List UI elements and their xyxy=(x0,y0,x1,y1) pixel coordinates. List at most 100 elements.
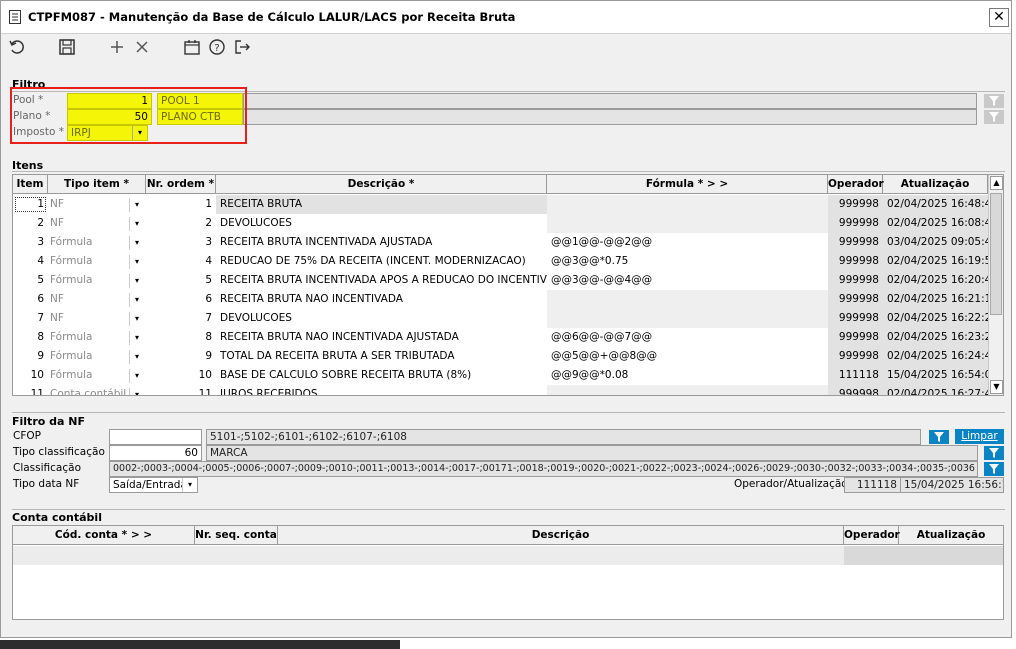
cell-tipo-item[interactable]: Fórmula xyxy=(50,328,128,347)
exit-icon[interactable] xyxy=(232,37,254,59)
cell-nr-ordem[interactable]: 7 xyxy=(146,309,216,328)
col-operador[interactable]: Operador xyxy=(828,175,884,193)
chevron-down-icon[interactable]: ▾ xyxy=(129,350,144,364)
cell-tipo-item[interactable]: NF xyxy=(50,195,128,214)
col-cod-conta[interactable]: Cód. conta * > > xyxy=(13,526,195,544)
cell-descricao[interactable]: DEVOLUCOES xyxy=(216,214,547,233)
cell-atualizacao[interactable]: 02/04/2025 16:21:12 xyxy=(883,290,988,309)
help-icon[interactable]: ? xyxy=(207,37,229,59)
cell-descricao[interactable]: BASE DE CALCULO SOBRE RECEITA BRUTA (8%) xyxy=(216,366,547,385)
cell-item[interactable]: 4 xyxy=(13,252,48,271)
calendar-icon[interactable] xyxy=(182,37,204,59)
table-row[interactable]: 11 Conta contábil 11 JUROS RECEBIDOS 999998 0… xyxy=(13,385,988,395)
col-item[interactable]: Item xyxy=(13,175,48,193)
cell-operador[interactable]: 999998 xyxy=(828,328,883,347)
cell-atualizacao[interactable]: 03/04/2025 09:05:40 xyxy=(883,233,988,252)
cell-item[interactable]: 6 xyxy=(13,290,48,309)
cell-atualizacao[interactable]: 02/04/2025 16:20:48 xyxy=(883,271,988,290)
cell-tipo-item[interactable]: Conta contábil xyxy=(50,385,128,395)
cell-descricao[interactable]: RECEITA BRUTA INCENTIVADA AJUSTADA xyxy=(216,233,547,252)
tipo-class-input[interactable]: 60 xyxy=(109,445,202,461)
chevron-down-icon[interactable]: ▾ xyxy=(129,274,144,288)
col-conta-atualizacao[interactable]: Atualização xyxy=(899,526,1003,544)
cell-formula[interactable]: @@3@@-@@4@@ xyxy=(547,271,828,290)
cell-formula[interactable]: @@1@@-@@2@@ xyxy=(547,233,828,252)
add-icon[interactable] xyxy=(107,37,129,59)
cell-descricao[interactable]: RECEITA BRUTA xyxy=(216,195,547,214)
cell-operador[interactable]: 999998 xyxy=(828,385,883,395)
cell-nr-ordem[interactable]: 5 xyxy=(146,271,216,290)
table-row[interactable]: 3 Fórmula 3 RECEITA BRUTA INCENTIVADA AJUST… xyxy=(13,233,988,252)
limpar-button[interactable]: Limpar xyxy=(955,429,1004,444)
cell-operador[interactable]: 999998 xyxy=(828,233,883,252)
tipo-data-dropdown-icon[interactable]: ▾ xyxy=(182,478,197,492)
cell-formula[interactable]: @@5@@+@@8@@ xyxy=(547,347,828,366)
plano-filter-button[interactable] xyxy=(984,110,1004,124)
cell-nr-ordem[interactable]: 3 xyxy=(146,233,216,252)
cell-descricao[interactable]: REDUCAO DE 75% DA RECEITA (INCENT. MODER… xyxy=(216,252,547,271)
cell-formula[interactable]: @@3@@*0.75 xyxy=(547,252,828,271)
table-row[interactable]: 6 NF 6 RECEITA BRUTA NAO INCENTIVADA 999998 0… xyxy=(13,290,988,309)
cfop-filter-button[interactable] xyxy=(929,430,949,444)
cell-nr-ordem[interactable]: 11 xyxy=(146,385,216,395)
cell-descricao[interactable]: DEVOLUCOES xyxy=(216,309,547,328)
cell-formula[interactable] xyxy=(547,309,828,328)
col-conta-operador[interactable]: Operador xyxy=(844,526,900,544)
cell-formula[interactable]: @@6@@-@@7@@ xyxy=(547,328,828,347)
cell-nr-ordem[interactable]: 1 xyxy=(146,195,216,214)
table-row[interactable]: 10 Fórmula 10 BASE DE CALCULO SOBRE RECEITA… xyxy=(13,366,988,385)
cell-nr-ordem[interactable]: 4 xyxy=(146,252,216,271)
cell-item[interactable]: 3 xyxy=(13,233,48,252)
cell-tipo-item[interactable]: Fórmula xyxy=(50,233,128,252)
cell-descricao[interactable]: TOTAL DA RECEITA BRUTA A SER TRIBUTADA xyxy=(216,347,547,366)
scroll-down-icon[interactable]: ▼ xyxy=(990,380,1003,394)
chevron-down-icon[interactable]: ▾ xyxy=(129,293,144,307)
cell-atualizacao[interactable]: 02/04/2025 16:27:48 xyxy=(883,385,988,395)
cell-formula[interactable] xyxy=(547,214,828,233)
tipo-class-filter-button[interactable] xyxy=(984,446,1004,460)
cell-operador[interactable]: 999998 xyxy=(828,252,883,271)
cell-tipo-item[interactable]: Fórmula xyxy=(50,347,128,366)
cell-nr-ordem[interactable]: 10 xyxy=(146,366,216,385)
cell-item[interactable]: 9 xyxy=(13,347,48,366)
cell-tipo-item[interactable]: Fórmula xyxy=(50,366,128,385)
chevron-down-icon[interactable]: ▾ xyxy=(129,369,144,383)
table-row[interactable]: 9 Fórmula 9 TOTAL DA RECEITA BRUTA A SER TR… xyxy=(13,347,988,366)
itens-scrollbar[interactable]: ▲ ▼ xyxy=(988,175,1003,395)
table-row[interactable]: 2 NF 2 DEVOLUCOES 999998 02/04/2025 16:08:47 ▾ xyxy=(13,214,988,233)
cell-descricao[interactable]: RECEITA BRUTA NAO INCENTIVADA xyxy=(216,290,547,309)
cell-atualizacao[interactable]: 02/04/2025 16:19:50 xyxy=(883,252,988,271)
cell-tipo-item[interactable]: NF xyxy=(50,309,128,328)
cell-operador[interactable]: 999998 xyxy=(828,347,883,366)
cell-item[interactable]: 10 xyxy=(13,366,48,385)
save-icon[interactable] xyxy=(57,37,79,59)
table-row[interactable]: 8 Fórmula 8 RECEITA BRUTA NAO INCENTIVADA A… xyxy=(13,328,988,347)
close-button[interactable]: ✕ xyxy=(989,8,1009,27)
cell-operador[interactable]: 111118 xyxy=(828,366,883,385)
cell-formula[interactable] xyxy=(547,290,828,309)
col-nr-seq-conta[interactable]: Nr. seq. conta xyxy=(195,526,278,544)
cell-formula[interactable] xyxy=(547,385,828,395)
cell-formula[interactable]: @@9@@*0.08 xyxy=(547,366,828,385)
cell-tipo-item[interactable]: Fórmula xyxy=(50,252,128,271)
table-row[interactable]: 1 NF 1 RECEITA BRUTA 999998 02/04/2025 16:48:… xyxy=(13,195,988,214)
cell-item[interactable]: 2 xyxy=(13,214,48,233)
table-row[interactable]: 7 NF 7 DEVOLUCOES 999998 02/04/2025 16:22:21 ▾ xyxy=(13,309,988,328)
col-atualizacao[interactable]: Atualização xyxy=(883,175,988,193)
cell-atualizacao[interactable]: 02/04/2025 16:08:47 xyxy=(883,214,988,233)
cell-tipo-item[interactable]: NF xyxy=(50,214,128,233)
cell-atualizacao[interactable]: 02/04/2025 16:24:48 xyxy=(883,347,988,366)
chevron-down-icon[interactable]: ▾ xyxy=(129,217,144,231)
cell-operador[interactable]: 999998 xyxy=(828,214,883,233)
scroll-up-icon[interactable]: ▲ xyxy=(990,176,1003,190)
cell-operador[interactable]: 999998 xyxy=(828,271,883,290)
cell-descricao[interactable]: RECEITA BRUTA NAO INCENTIVADA AJUSTADA xyxy=(216,328,547,347)
conta-empty-row[interactable] xyxy=(13,546,1003,565)
col-nr-ordem[interactable]: Nr. ordem * xyxy=(146,175,216,193)
chevron-down-icon[interactable]: ▾ xyxy=(129,198,144,212)
cell-tipo-item[interactable]: Fórmula xyxy=(50,271,128,290)
chevron-down-icon[interactable]: ▾ xyxy=(129,388,144,395)
chevron-down-icon[interactable]: ▾ xyxy=(129,255,144,269)
chevron-down-icon[interactable]: ▾ xyxy=(129,236,144,250)
col-conta-descricao[interactable]: Descrição xyxy=(278,526,844,544)
